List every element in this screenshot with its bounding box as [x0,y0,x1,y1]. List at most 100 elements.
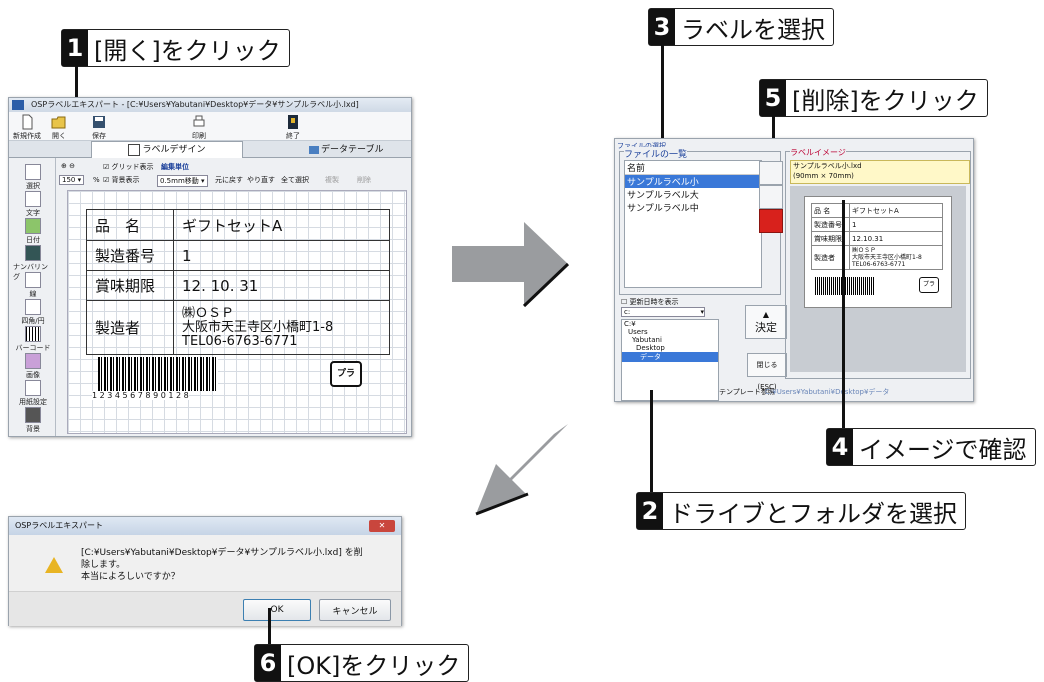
barcode-icon [25,326,41,342]
text-icon [25,191,41,207]
tool-background[interactable]: 背景 [13,407,53,434]
exit-icon [288,115,298,129]
sort-checkbox-label: 更新日時を表示 [629,298,679,306]
callout-number: 2 [637,493,663,529]
save-icon [93,116,105,128]
tool-paper[interactable]: 用紙設定 [13,380,53,407]
tool-label: 選択 [26,182,40,190]
confirm-message: [C:¥Users¥Yabutani¥Desktop¥データ¥サンプルラベル小.… [81,547,363,583]
exit-button[interactable]: 終了 [285,114,301,141]
tab-label-design-text: ラベルデザイン [142,145,206,155]
tool-label: 四角/円 [21,317,45,325]
tab-data-table[interactable]: データテーブル [309,142,383,158]
tree-item[interactable]: C:¥ [622,320,718,328]
zoom-select[interactable]: 150 ▾ [59,175,85,185]
delete-file-button[interactable] [759,209,783,233]
tool-image[interactable]: 画像 [13,353,53,380]
callout-number: 4 [827,429,853,465]
status-path: C:¥Users¥Yabutani¥Desktop¥データ [765,388,890,396]
callout-text: ラベルを選択 [681,15,825,44]
tool-palette: 選択 文字 日付 ナンバリング 線 四角/円 バーコード 画像 用紙設定 背景 [9,158,56,436]
bg-toggle[interactable]: ☑ 背景表示 [103,175,140,185]
callout-1: 1 [開く]をクリック [61,29,290,67]
folder-open-icon [51,116,66,129]
folder-tree[interactable]: C:¥ Users Yabutani Desktop データ [621,319,719,401]
duplicate-button[interactable]: 複製 [325,175,339,185]
label-table: 品 名ギフトセットA 製造番号 1 賞味期限 12. 10. 31 製造者 ㈱ＯＳＰ… [86,209,390,355]
file-list[interactable]: 名前 サンプルラベル小 サンプルラベル大 サンプルラベル中 [624,160,762,288]
undo-label: 元に戻す [215,176,243,184]
list-item[interactable]: サンプルラベル大 [625,188,761,201]
ok-button[interactable]: OK [243,599,311,621]
warning-icon [45,557,63,573]
close-button[interactable]: 閉じる(ESC) [747,353,787,391]
down-button[interactable] [759,185,783,209]
preview-value: 12.10.31 [849,231,943,246]
tool-shape[interactable]: 四角/円 [13,299,53,326]
table-icon [309,145,319,154]
close-icon[interactable]: ✕ [369,520,395,532]
tool-label: バーコード [15,344,51,352]
preview-value: ギフトセットA [849,203,943,218]
tool-barcode[interactable]: バーコード [13,326,53,353]
label-key: 製造番号 [86,240,174,271]
preview-maker-line: ㈱ＯＳＰ [852,247,877,254]
zoom-in-icon[interactable]: ⊕ ⊖ [61,162,75,170]
maker-line: 大阪市天王寺区小橋町1-8 [182,319,334,335]
drive-select[interactable]: c: ▾ [621,307,705,317]
list-item[interactable]: サンプルラベル中 [625,201,761,214]
list-item[interactable]: サンプルラベル小 [625,175,761,188]
grid-toggle[interactable]: ☑ グリッド表示 [103,162,154,172]
duplicate-label: 複製 [325,176,339,184]
leader-line [650,390,653,494]
line-icon [25,272,41,288]
tab-label-design[interactable]: ラベルデザイン [91,141,243,158]
delete-button[interactable]: 削除 [357,175,371,185]
ok-button-label: OK [270,605,284,615]
tool-label: 画像 [26,371,40,379]
undo-button[interactable]: 元に戻す [215,175,243,185]
tab-bar: ラベルデザイン データテーブル [9,141,411,158]
edit-unit-select[interactable]: 0.5mm移動 ▾ [157,175,208,187]
rect-circle-icon [25,299,41,315]
design-toolbar: ⊕ ⊖ 150 ▾ % ☑ グリッド表示 ☑ 背景表示 編集単位 0.5mm移動… [57,160,409,188]
tool-text[interactable]: 文字 [13,191,53,218]
decide-button-label: 決定 [755,320,777,334]
tree-item[interactable]: データ [622,352,718,362]
decide-button[interactable]: ▲ 決定 [745,305,787,339]
maker-line: TEL06-6763-6771 [182,333,298,349]
maker-line: ㈱ＯＳＰ [182,305,235,321]
tool-date[interactable]: 日付 [13,218,53,245]
editor-window: OSPラベルエキスパート - [C:¥Users¥Yabutani¥Deskto… [8,97,412,437]
column-header-name[interactable]: 名前 [625,161,761,175]
open-button[interactable]: 開く [51,114,67,141]
tree-item[interactable]: Yabutani [622,336,718,344]
print-button[interactable]: 印刷 [191,114,207,141]
sort-checkbox[interactable]: ☐ 更新日時を表示 [621,297,679,307]
save-button[interactable]: 保存 [91,114,107,141]
edit-unit-label: 編集単位 [161,163,189,171]
tree-item[interactable]: Desktop [622,344,718,352]
tree-item[interactable]: Users [622,328,718,336]
new-button[interactable]: 新規作成 [13,114,41,141]
recycle-mark-text: プラ [336,369,355,379]
toolbar: 新規作成 開く 保存 印刷 終了 [9,112,411,141]
numbering-icon [25,245,41,261]
print-button-label: 印刷 [192,132,206,140]
up-button[interactable] [759,161,783,185]
select-all-button[interactable]: 全て選択 [281,175,309,185]
edit-unit-value: 0.5mm移動 [160,177,199,185]
cancel-button[interactable]: キャンセル [319,599,391,621]
redo-button[interactable]: やり直す [247,175,275,185]
label-canvas[interactable]: 品 名ギフトセットA 製造番号 1 賞味期限 12. 10. 31 製造者 ㈱ＯＳＰ… [67,190,407,434]
tool-select[interactable]: 選択 [13,164,53,191]
preview-recycle-icon: プラ [919,277,939,293]
label-key: 賞味期限 [86,270,174,301]
tool-line[interactable]: 線 [13,272,53,299]
preview-file-name: サンプルラベル小.lxd [793,162,862,170]
leader-line [842,200,845,430]
image-icon [25,353,41,369]
grid-toggle-label: グリッド表示 [111,163,154,171]
callout-text: [開く]をクリック [94,36,281,65]
message-line: 本当によろしいですか？ [81,572,180,582]
